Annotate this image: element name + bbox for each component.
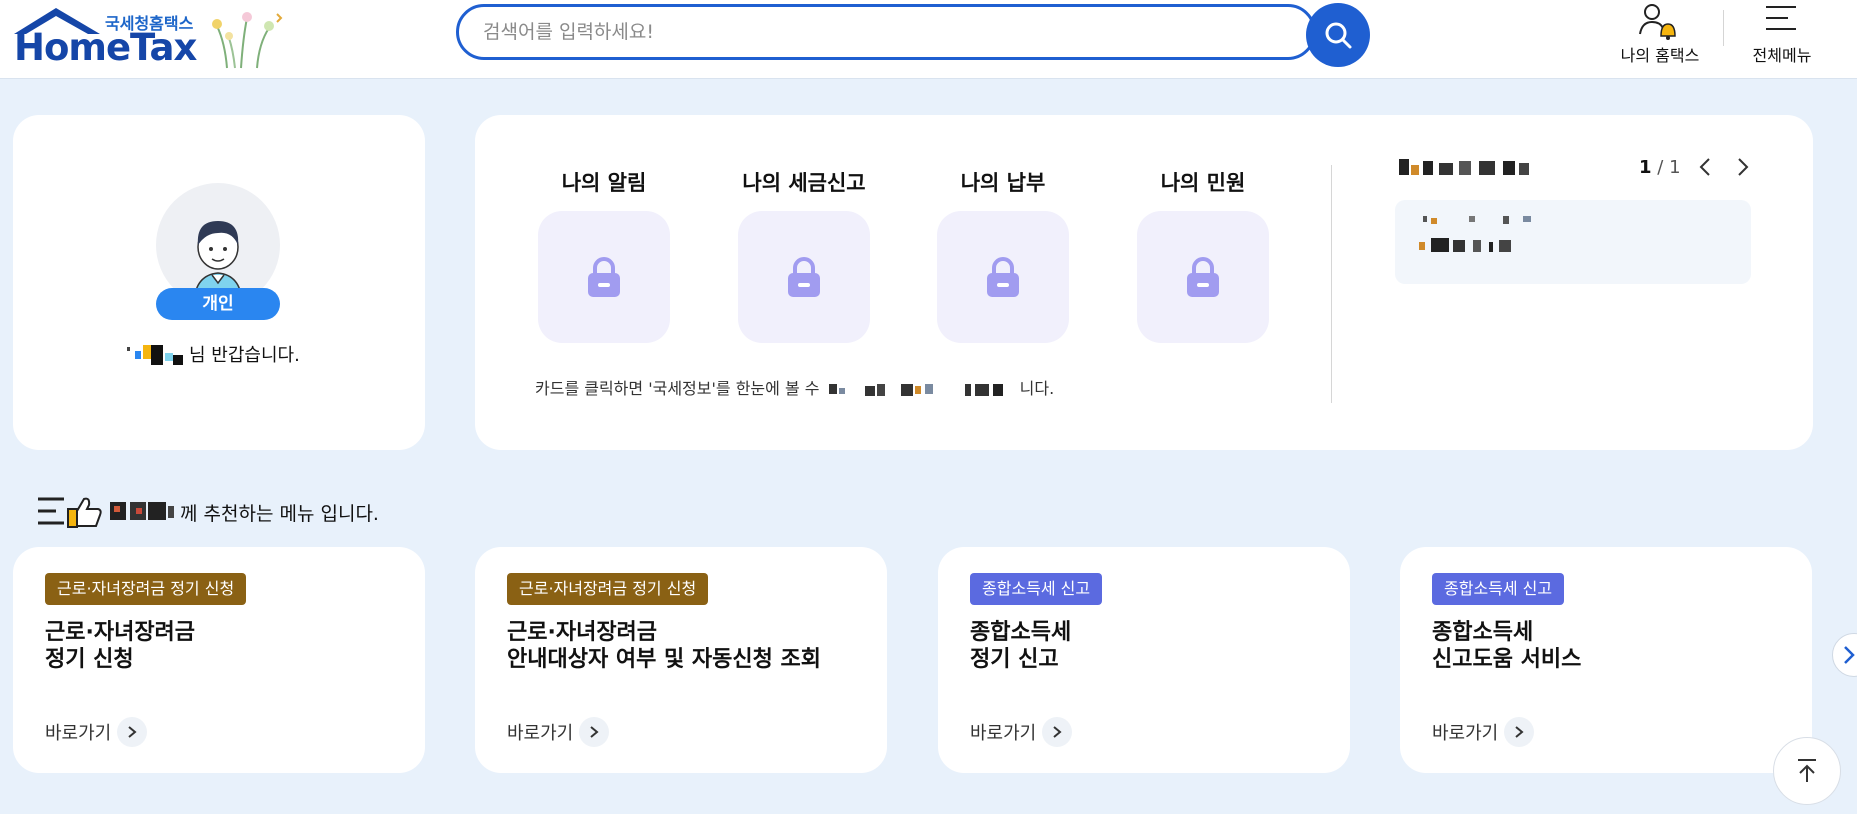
hamburger-menu-icon bbox=[1766, 6, 1796, 30]
flower-decoration-icon bbox=[212, 12, 283, 69]
chevron-left-icon bbox=[1699, 158, 1710, 176]
lock-icon bbox=[588, 257, 620, 297]
menu-card-tag: 종합소득세 신고 bbox=[1432, 573, 1565, 605]
greeting-text: 님 반갑습니다. bbox=[125, 341, 300, 369]
masked-name-icon bbox=[127, 345, 183, 365]
tile-card[interactable] bbox=[738, 211, 870, 343]
search-icon bbox=[1325, 22, 1352, 49]
tile-my-alerts[interactable]: 나의 알림 bbox=[538, 167, 670, 343]
tile-card[interactable] bbox=[538, 211, 670, 343]
hometax-logo[interactable]: 국세청홈택스 HomeTax bbox=[12, 6, 283, 70]
header-divider bbox=[1723, 10, 1724, 46]
goto-label: 바로가기 bbox=[1432, 723, 1499, 744]
masked-text-icon bbox=[828, 383, 1003, 396]
goto-label: 바로가기 bbox=[970, 723, 1037, 744]
lock-icon bbox=[987, 257, 1019, 297]
masked-notice-content-icon bbox=[1419, 216, 1531, 252]
tile-label: 나의 세금신고 bbox=[742, 171, 866, 195]
tile-my-tax-report[interactable]: 나의 세금신고 bbox=[738, 167, 870, 343]
info-note: 카드를 클릭하면 '국세정보'를 한눈에 볼 수 니다. bbox=[535, 375, 1054, 400]
greeting-suffix: 님 반갑습니다. bbox=[189, 345, 300, 366]
recommend-heading: 께 추천하는 메뉴 입니다. bbox=[38, 492, 379, 532]
masked-notice-title-icon bbox=[1399, 159, 1529, 175]
my-hometax-button[interactable]: 나의 홈택스 bbox=[1610, 0, 1710, 70]
tile-label: 나의 납부 bbox=[960, 171, 1046, 195]
tile-card[interactable] bbox=[937, 211, 1069, 343]
chevron-right-icon bbox=[117, 717, 148, 747]
lock-icon bbox=[1187, 257, 1219, 297]
menu-card[interactable]: 종합소득세 신고 종합소득세 정기 신고 바로가기 bbox=[938, 547, 1350, 773]
all-menu-button[interactable]: 전체메뉴 bbox=[1742, 0, 1822, 70]
scroll-to-top-button[interactable] bbox=[1773, 737, 1841, 805]
tile-my-payment[interactable]: 나의 납부 bbox=[937, 167, 1069, 343]
goto-label: 바로가기 bbox=[45, 723, 112, 744]
panel-divider bbox=[1331, 165, 1332, 403]
menu-card[interactable]: 종합소득세 신고 종합소득세 신고도움 서비스 바로가기 bbox=[1400, 547, 1812, 773]
goto-label: 바로가기 bbox=[507, 723, 574, 744]
menu-card[interactable]: 근로·자녀장려금 정기 신청 근로·자녀장려금 안내대상자 여부 및 자동신청 … bbox=[475, 547, 887, 773]
search-input[interactable] bbox=[456, 4, 1316, 60]
goto-link[interactable]: 바로가기 bbox=[970, 717, 1073, 747]
goto-link[interactable]: 바로가기 bbox=[1432, 717, 1535, 747]
pager-prev-button[interactable] bbox=[1691, 153, 1719, 181]
menu-card-tag: 근로·자녀장려금 정기 신청 bbox=[45, 573, 247, 605]
my-hometax-label: 나의 홈택스 bbox=[1620, 46, 1700, 65]
logo-brand: HomeTax bbox=[14, 26, 197, 69]
user-bell-icon bbox=[1639, 4, 1676, 40]
menu-card-title: 근로·자녀장려금 정기 신청 bbox=[45, 620, 196, 672]
arrow-up-icon bbox=[1798, 759, 1816, 782]
chevron-right-icon bbox=[1504, 717, 1535, 747]
menu-card-tag: 근로·자녀장려금 정기 신청 bbox=[507, 573, 709, 605]
goto-link[interactable]: 바로가기 bbox=[507, 717, 610, 747]
search-button[interactable] bbox=[1306, 3, 1370, 67]
tile-my-petition[interactable]: 나의 민원 bbox=[1137, 167, 1269, 343]
carousel-next-button[interactable] bbox=[1832, 633, 1857, 677]
menu-card-title: 종합소득세 신고도움 서비스 bbox=[1432, 620, 1582, 672]
tile-label: 나의 알림 bbox=[561, 171, 647, 195]
pager-next-button[interactable] bbox=[1729, 153, 1757, 181]
info-note-suffix: 니다. bbox=[1019, 379, 1055, 398]
menu-card-title: 근로·자녀장려금 안내대상자 여부 및 자동신청 조회 bbox=[507, 620, 821, 672]
pager-indicator: 1 / 1 bbox=[1639, 156, 1681, 178]
my-info-panel: 나의 알림 나의 세금신고 나의 납부 나의 민원 카드를 클릭하면 '국세정보… bbox=[475, 115, 1813, 450]
notice-item[interactable] bbox=[1395, 200, 1751, 284]
all-menu-label: 전체메뉴 bbox=[1752, 46, 1812, 65]
recommend-text: 께 추천하는 메뉴 입니다. bbox=[180, 502, 379, 525]
header: 국세청홈택스 HomeTax 나의 홈택 bbox=[0, 0, 1857, 79]
profile-card: 개인 님 반갑습니다. bbox=[13, 115, 425, 450]
chevron-right-icon bbox=[579, 717, 610, 747]
menu-card-title: 종합소득세 정기 신고 bbox=[970, 620, 1072, 672]
tile-card[interactable] bbox=[1137, 211, 1269, 343]
chevron-right-icon bbox=[1042, 717, 1073, 747]
search-bar bbox=[456, 3, 1370, 67]
role-badge[interactable]: 개인 bbox=[156, 288, 280, 320]
tile-label: 나의 민원 bbox=[1160, 171, 1246, 195]
info-note-prefix: 카드를 클릭하면 '국세정보'를 한눈에 볼 수 bbox=[535, 379, 820, 398]
goto-link[interactable]: 바로가기 bbox=[45, 717, 148, 747]
chevron-right-icon bbox=[1737, 158, 1748, 176]
menu-card-tag: 종합소득세 신고 bbox=[970, 573, 1103, 605]
masked-name-icon bbox=[110, 502, 174, 520]
notice-pager: 1 / 1 bbox=[1639, 153, 1757, 181]
thumbs-up-menu-icon bbox=[38, 497, 102, 528]
chevron-right-icon bbox=[1844, 646, 1855, 664]
menu-card[interactable]: 근로·자녀장려금 정기 신청 근로·자녀장려금 정기 신청 바로가기 bbox=[13, 547, 425, 773]
lock-icon bbox=[788, 257, 820, 297]
